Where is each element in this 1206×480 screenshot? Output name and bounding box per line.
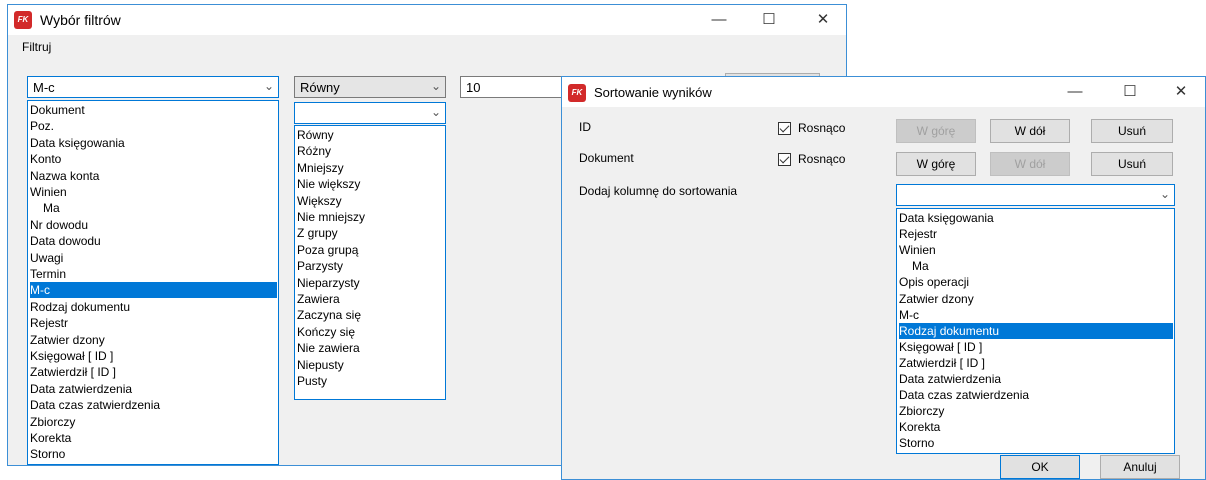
dropdown-option[interactable]: Storno — [899, 435, 1173, 451]
dropdown-option[interactable]: Kończy się — [297, 324, 444, 340]
dropdown-option[interactable]: Data zatwierdzenia — [30, 381, 277, 397]
dropdown-option[interactable]: Data czas zatwierdzenia — [899, 387, 1173, 403]
dropdown-option[interactable]: Parzysty — [297, 258, 444, 274]
app-logo-icon: FK — [568, 84, 586, 102]
ascending-checkbox[interactable] — [778, 122, 791, 135]
move-up-button[interactable]: W górę — [896, 152, 976, 176]
field-combo-value: M-c — [33, 80, 55, 95]
window-title: Sortowanie wyników — [594, 85, 712, 100]
dropdown-option[interactable]: Zatwier dzony — [899, 291, 1173, 307]
dropdown-option[interactable]: Data czas zatwierdzenia — [30, 397, 277, 413]
move-down-button[interactable]: W dół — [990, 152, 1070, 176]
field-dropdown-list[interactable]: Dokument Poz. Data księgowania Konto Nazwa k… — [27, 100, 279, 465]
dropdown-option[interactable]: Winien — [899, 242, 1173, 258]
dropdown-option[interactable]: Zbiorczy — [899, 403, 1173, 419]
dropdown-option[interactable]: Ma — [30, 200, 277, 216]
chevron-down-icon[interactable]: ⌄ — [431, 79, 441, 93]
add-column-label: Dodaj kolumnę do sortowania — [579, 184, 738, 198]
dropdown-option[interactable]: Zaczyna się — [297, 307, 444, 323]
dropdown-option[interactable]: Zbiorczy — [30, 414, 277, 430]
dropdown-option[interactable]: Uwagi — [30, 250, 277, 266]
ascending-checkbox[interactable] — [778, 153, 791, 166]
chevron-down-icon[interactable]: ⌄ — [431, 105, 441, 119]
field-combo[interactable]: M-c ⌄ — [27, 76, 279, 98]
sort-field-label: ID — [579, 120, 591, 134]
cancel-button[interactable]: Anuluj — [1100, 455, 1180, 479]
ok-button[interactable]: OK — [1000, 455, 1080, 479]
dropdown-option[interactable]: Księgował [ ID ] — [899, 339, 1173, 355]
dropdown-option[interactable]: Ma — [899, 258, 1173, 274]
maximize-icon[interactable]: ☐ — [746, 5, 792, 35]
dropdown-option[interactable]: Różny — [297, 143, 444, 159]
dropdown-option[interactable]: Nie większy — [297, 176, 444, 192]
dropdown-option[interactable]: Nazwa konta — [30, 168, 277, 184]
dropdown-option[interactable]: Zatwierdził [ ID ] — [899, 355, 1173, 371]
window-title: Wybór filtrów — [40, 12, 121, 28]
ascending-label: Rosnąco — [798, 121, 846, 135]
dropdown-option[interactable]: Z grupy — [297, 225, 444, 241]
dropdown-option[interactable]: M-c — [30, 282, 277, 299]
dropdown-option[interactable]: Opis operacji — [899, 274, 1173, 290]
dropdown-option[interactable]: Nie zawiera — [297, 340, 444, 356]
dropdown-option[interactable]: Korekta — [30, 430, 277, 446]
dropdown-option[interactable]: Nie mniejszy — [297, 209, 444, 225]
dropdown-option[interactable]: Rodzaj dokumentu — [30, 299, 277, 315]
dropdown-option[interactable]: M-c — [899, 307, 1173, 323]
value-input-text: 10 — [466, 80, 481, 95]
operator-dropdown-list[interactable]: Równy Różny Mniejszy Nie większy Większy Nie … — [294, 125, 446, 400]
minimize-icon[interactable]: — — [696, 5, 742, 35]
dropdown-option[interactable]: Pusty — [297, 373, 444, 389]
dropdown-option[interactable]: Nieparzysty — [297, 275, 444, 291]
dropdown-option[interactable]: Termin — [30, 266, 277, 282]
add-column-combo[interactable]: ⌄ — [896, 184, 1175, 206]
dropdown-option[interactable]: Poza grupą — [297, 242, 444, 258]
dropdown-option[interactable]: Rejestr — [30, 315, 277, 331]
operator-combo-value: Równy — [300, 80, 340, 95]
dropdown-option[interactable]: Dokument — [30, 102, 277, 118]
filters-titlebar[interactable]: FK Wybór filtrów — ☐ ✕ — [8, 5, 846, 35]
sort-window: FK Sortowanie wyników — ☐ ✕ ID Rosnąco W… — [561, 76, 1206, 480]
remove-button[interactable]: Usuń — [1091, 152, 1173, 176]
dropdown-option[interactable]: Rodzaj dokumentu — [899, 322, 1173, 339]
dropdown-option[interactable]: Korekta — [899, 419, 1173, 435]
maximize-icon[interactable]: ☐ — [1107, 77, 1153, 107]
dropdown-option[interactable]: Niepusty — [297, 357, 444, 373]
dropdown-option[interactable]: Data księgowania — [899, 210, 1173, 226]
move-down-button[interactable]: W dół — [990, 119, 1070, 143]
dropdown-option[interactable]: Zawiera — [297, 291, 444, 307]
minimize-icon[interactable]: — — [1052, 77, 1098, 107]
sort-field-label: Dokument — [579, 151, 634, 165]
chevron-down-icon[interactable]: ⌄ — [264, 79, 274, 93]
chevron-down-icon[interactable]: ⌄ — [1160, 187, 1170, 201]
remove-button[interactable]: Usuń — [1091, 119, 1173, 143]
add-column-dropdown-list[interactable]: Data księgowania Rejestr Winien Ma Opis oper… — [896, 208, 1175, 454]
dropdown-option[interactable]: Nr dowodu — [30, 217, 277, 233]
dropdown-option[interactable]: Zatwier dzony — [30, 332, 277, 348]
ascending-label: Rosnąco — [798, 152, 846, 166]
sort-titlebar[interactable]: FK Sortowanie wyników — ☐ ✕ — [562, 77, 1205, 107]
app-logo-icon: FK — [14, 11, 32, 29]
dropdown-option[interactable]: Poz. — [30, 118, 277, 134]
dropdown-option[interactable]: Rejestr — [899, 226, 1173, 242]
dropdown-option[interactable]: Data zatwierdzenia — [899, 371, 1173, 387]
dropdown-option[interactable]: Winien — [30, 184, 277, 200]
dropdown-option[interactable]: Konto — [30, 151, 277, 167]
close-icon[interactable]: ✕ — [800, 5, 846, 35]
operator-combo-2[interactable]: ⌄ — [294, 102, 446, 124]
dropdown-option[interactable]: Data dowodu — [30, 233, 277, 249]
move-up-button[interactable]: W górę — [896, 119, 976, 143]
menu-filtruj[interactable]: Filtruj — [22, 40, 51, 54]
dropdown-option[interactable]: Księgował [ ID ] — [30, 348, 277, 364]
dropdown-option[interactable]: Mniejszy — [297, 160, 444, 176]
dropdown-option[interactable]: Storno — [30, 446, 277, 462]
dropdown-option[interactable]: Zatwierdził [ ID ] — [30, 364, 277, 380]
dropdown-option[interactable]: Data księgowania — [30, 135, 277, 151]
close-icon[interactable]: ✕ — [1158, 77, 1204, 107]
dropdown-option[interactable]: Równy — [297, 127, 444, 143]
dropdown-option[interactable]: Większy — [297, 193, 444, 209]
operator-combo[interactable]: Równy ⌄ — [294, 76, 446, 98]
